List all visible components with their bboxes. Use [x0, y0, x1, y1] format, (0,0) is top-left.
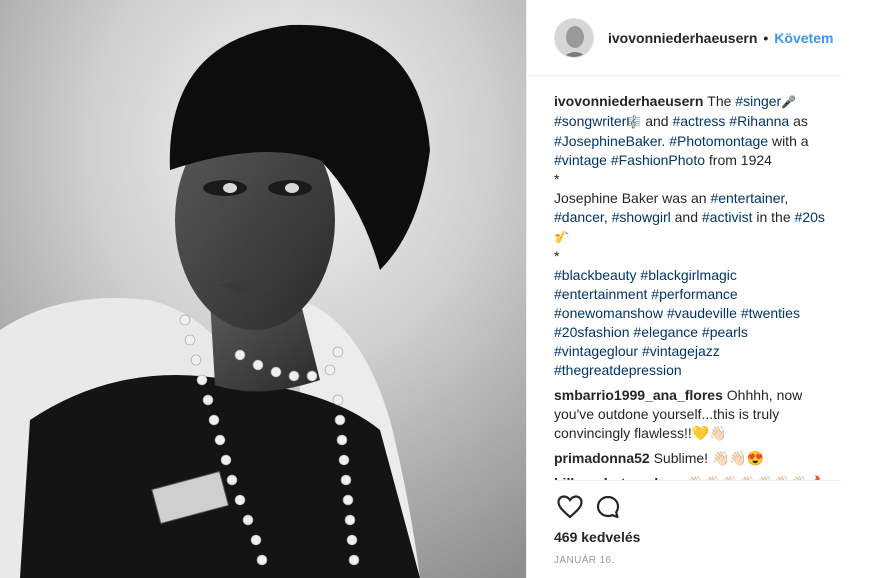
post-date[interactable]: JANUÁR 16. — [554, 555, 841, 566]
hashtag-link[interactable]: #showgirl — [612, 209, 671, 225]
comment-text: Sublime! 👋🏻👋🏻😍 — [653, 450, 765, 466]
caption-line: #thegreatdepression — [554, 361, 841, 380]
caption-line: #vintage #FashionPhoto from 1924 — [554, 151, 841, 170]
post-dialog: ivovonniederhaeusern • Követem ivovonnie… — [0, 0, 869, 578]
caption-text: and — [641, 113, 673, 129]
post-footer: 469 kedvelés JANUÁR 16. — [554, 480, 841, 566]
caption-text: as — [789, 113, 808, 129]
comment-item: primadonna52 Sublime! 👋🏻👋🏻😍 — [554, 449, 841, 468]
comment-line: you've outdone yourself...this is truly — [554, 405, 841, 424]
heart-icon — [557, 495, 583, 519]
caption-line: 🎷 — [554, 227, 841, 247]
author-avatar[interactable] — [554, 17, 594, 58]
comment-text: you've outdone yourself...this is truly — [554, 406, 780, 422]
action-bar — [554, 481, 841, 533]
comment-username[interactable]: primadonna52 — [554, 450, 654, 466]
hashtag-link[interactable]: #entertainment — [554, 286, 647, 302]
caption-line: * — [554, 247, 841, 266]
hashtag-link[interactable]: #JosephineBaker — [554, 133, 661, 149]
caption-line: ivovonniederhaeusern The #singer🎤 — [554, 92, 841, 112]
hashtag-link[interactable]: #vintageglour — [554, 343, 638, 359]
comment-line: primadonna52 Sublime! 👋🏻👋🏻😍 — [554, 449, 841, 468]
caption: ivovonniederhaeusern The #singer🎤 #songwr… — [554, 92, 841, 380]
caption-line: Josephine Baker was an #entertainer, — [554, 189, 841, 208]
hashtag-link[interactable]: #performance — [651, 286, 737, 302]
comment-button[interactable] — [592, 491, 624, 523]
header-separator: • — [763, 29, 769, 46]
caption-line: #vintageglour #vintagejazz — [554, 342, 841, 361]
caption-text: , — [603, 209, 612, 225]
post-side-panel: ivovonniederhaeusern • Követem ivovonnie… — [527, 0, 869, 578]
comment-username[interactable]: smbarrio1999_ana_flores — [554, 387, 727, 403]
comment-icon — [596, 495, 620, 519]
caption-text: in the — [752, 209, 795, 225]
comment-text: convincingly flawless!!💛👋🏻 — [554, 425, 727, 441]
hashtag-link[interactable]: #Rihanna — [729, 113, 789, 129]
comment-thread: smbarrio1999_ana_flores Ohhhh, now you've… — [554, 386, 841, 480]
hashtag-link[interactable]: #activist — [702, 209, 753, 225]
like-button[interactable] — [554, 491, 586, 523]
caption-text: with a — [768, 133, 809, 149]
emoji: 🎼 — [626, 115, 642, 129]
hashtag-link[interactable]: #blackbeauty — [554, 267, 637, 283]
caption-text: and — [670, 209, 702, 225]
follow-button[interactable]: Követem — [774, 30, 833, 46]
hashtag-link[interactable]: #pearls — [702, 324, 748, 340]
hashtag-link[interactable]: #entertainer — [710, 190, 784, 206]
hashtag-link[interactable]: #vintagejazz — [642, 343, 720, 359]
caption-line: #songwriter🎼 and #actress #Rihanna as — [554, 112, 841, 132]
caption-text: * — [554, 171, 560, 187]
comment-line: convincingly flawless!!💛👋🏻 — [554, 424, 841, 443]
caption-username[interactable]: ivovonniederhaeusern — [554, 93, 707, 109]
caption-text: The — [707, 93, 736, 109]
hashtag-link[interactable]: #elegance — [633, 324, 698, 340]
hashtag-link[interactable]: #dancer — [554, 209, 604, 225]
comment-text: Ohhhh, now — [726, 387, 803, 403]
author-username[interactable]: ivovonniederhaeusern — [608, 30, 757, 46]
hashtag-link[interactable]: #blackgirlmagic — [640, 267, 736, 283]
caption-line: #dancer, #showgirl and #activist in the … — [554, 208, 841, 227]
comment-item: smbarrio1999_ana_flores Ohhhh, now you've… — [554, 386, 841, 443]
hashtag-link[interactable]: #thegreatdepression — [554, 362, 682, 378]
hashtag-link[interactable]: #actress — [672, 113, 725, 129]
likes-count[interactable]: 469 kedvelés — [554, 529, 841, 545]
post-photo[interactable] — [0, 0, 527, 578]
caption-line: #20sfashion #elegance #pearls — [554, 323, 841, 342]
caption-text: from 1924 — [705, 152, 772, 168]
hashtag-link[interactable]: #songwriter — [554, 113, 626, 129]
hashtag-link[interactable]: #20sfashion — [554, 324, 630, 340]
emoji: 🎤 — [781, 95, 797, 109]
caption-line: #blackbeauty #blackgirlmagic — [554, 266, 841, 285]
emoji: 🎷 — [554, 230, 569, 244]
hashtag-link[interactable]: #vintage — [554, 152, 607, 168]
caption-text: , — [784, 190, 789, 206]
caption-line: * — [554, 170, 841, 189]
hashtag-link[interactable]: #Photomontage — [669, 133, 768, 149]
comments-list[interactable]: ivovonniederhaeusern The #singer🎤 #songwr… — [554, 92, 841, 480]
caption-line: #entertainment #performance — [554, 285, 841, 304]
hashtag-link[interactable]: #vaudeville — [667, 305, 737, 321]
caption-text: Josephine Baker was an — [554, 190, 711, 206]
caption-text: * — [554, 248, 560, 264]
hashtag-link[interactable]: #20s — [795, 209, 825, 225]
comment-line: smbarrio1999_ana_flores Ohhhh, now — [554, 386, 841, 405]
hashtag-link[interactable]: #twenties — [741, 305, 800, 321]
portrait-image — [0, 0, 526, 578]
post-header: ivovonniederhaeusern • Követem — [527, 0, 841, 76]
caption-line: #onewomanshow #vaudeville #twenties — [554, 304, 841, 323]
avatar-icon — [555, 18, 593, 57]
caption-line: #JosephineBaker. #Photomontage with a — [554, 132, 841, 151]
hashtag-link[interactable]: #FashionPhoto — [611, 152, 705, 168]
hashtag-link[interactable]: #singer — [735, 93, 781, 109]
hashtag-link[interactable]: #onewomanshow — [554, 305, 663, 321]
